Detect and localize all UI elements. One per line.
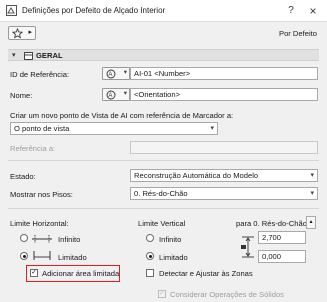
- solid-ops-checkbox[interactable]: ✓: [158, 290, 166, 298]
- ref-id-input[interactable]: AI-01 <Number>: [130, 67, 318, 80]
- section-title: GERAL: [36, 51, 63, 60]
- name-label: Nome:: [10, 91, 33, 100]
- detect-zones-label: Detectar e Ajustar às Zonas: [159, 269, 253, 278]
- marker-reference-select[interactable]: O ponto de vista ▾: [10, 122, 218, 135]
- chevron-right-icon: ▸: [28, 29, 32, 36]
- state-value: Reconstrução Automática do Modelo: [134, 171, 259, 180]
- height-offset-icon: [241, 236, 254, 258]
- floor-ref-stepper[interactable]: ▴: [306, 216, 316, 229]
- state-select[interactable]: Reconstrução Automática do Modelo ▾: [130, 169, 318, 182]
- reference-input[interactable]: [130, 141, 318, 154]
- chevron-down-icon: ▾: [310, 190, 314, 197]
- auto-text-icon: A: [106, 69, 116, 79]
- solid-ops-label: Considerar Operações de Sólidos: [170, 290, 284, 299]
- divider: [8, 160, 319, 161]
- vertical-infinite-radio[interactable]: [146, 234, 154, 242]
- help-button[interactable]: ?: [283, 3, 299, 19]
- top-offset-input[interactable]: 2,700: [258, 231, 306, 244]
- chevron-down-icon: ▾: [12, 52, 16, 59]
- detect-zones-checkbox[interactable]: [146, 269, 154, 277]
- title-bar: Definições por Defeito de Alçado Interio…: [0, 0, 327, 22]
- vertical-infinite-label: Infinito: [159, 235, 182, 244]
- star-icon: [12, 28, 23, 39]
- auto-text-icon: A: [106, 90, 116, 100]
- add-area-label: Adicionar área limitada: [42, 269, 120, 278]
- chevron-down-icon: ▾: [123, 69, 127, 76]
- svg-text:A: A: [108, 72, 112, 78]
- create-marker-label: Criar um novo ponto de Vista de AI com r…: [10, 111, 234, 120]
- add-area-checkbox[interactable]: ✓: [30, 269, 38, 277]
- divider: [8, 208, 319, 209]
- window-title: Definições por Defeito de Alçado Interio…: [22, 6, 166, 15]
- horizontal-infinite-radio[interactable]: [20, 234, 28, 242]
- horizontal-infinite-label: Infinito: [58, 235, 81, 244]
- name-format-button[interactable]: A ▾: [102, 88, 130, 101]
- infinite-limit-icon: [32, 235, 52, 243]
- close-button[interactable]: ×: [305, 3, 321, 19]
- bottom-offset-input[interactable]: 0,000: [258, 250, 306, 263]
- floor-ref-label: para 0. Rés-do-Chão: [236, 219, 307, 228]
- state-label: Estado:: [10, 172, 36, 181]
- reference-label: Referência a:: [10, 144, 56, 153]
- horizontal-limited-label: Limitado: [58, 253, 87, 262]
- marker-reference-value: O ponto de vista: [14, 124, 70, 133]
- chevron-down-icon: ▾: [210, 125, 214, 132]
- floors-label: Mostrar nos Pisos:: [10, 190, 73, 199]
- chevron-down-icon: ▾: [123, 90, 127, 97]
- horizontal-limit-title: Limite Horizontal:: [10, 219, 69, 228]
- vertical-limited-label: Limitado: [159, 253, 188, 262]
- floors-value: 0. Rés-do-Chão: [134, 189, 188, 198]
- favorites-button[interactable]: ▸: [8, 26, 36, 40]
- horizontal-limited-radio[interactable]: [20, 252, 28, 260]
- name-input[interactable]: <Orientation>: [130, 88, 318, 101]
- default-label: Por Defeito: [279, 29, 317, 38]
- ref-id-label: ID de Referência:: [10, 70, 70, 79]
- panel-icon: [24, 52, 33, 60]
- section-header-general[interactable]: ▾ GERAL: [8, 49, 319, 61]
- floors-select[interactable]: 0. Rés-do-Chão ▾: [130, 187, 318, 200]
- limited-limit-icon: [33, 251, 51, 260]
- chevron-down-icon: ▾: [310, 172, 314, 179]
- svg-text:A: A: [108, 93, 112, 99]
- app-icon: [6, 5, 17, 16]
- ref-id-format-button[interactable]: A ▾: [102, 67, 130, 80]
- vertical-limit-title: Limite Vertical: [138, 219, 186, 228]
- vertical-limited-radio[interactable]: [146, 252, 154, 260]
